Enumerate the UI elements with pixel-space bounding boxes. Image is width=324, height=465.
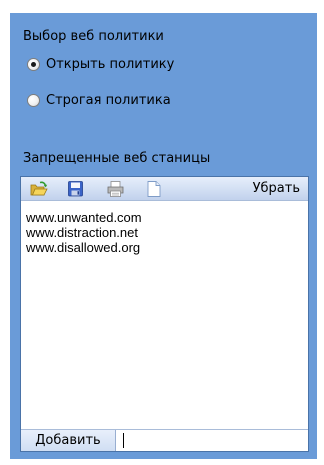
add-site-bar: Добавить [21,429,314,451]
radio-strict-policy[interactable]: Строгая политика [27,93,171,108]
radio-label-strict-policy: Строгая политика [46,93,171,108]
text-caret [123,433,124,448]
radio-button-unchecked[interactable] [27,94,40,107]
blocked-sites-toolbar: Убрать [21,177,308,201]
blocked-sites-box: Убрать www.unwanted.com www.distraction.… [20,176,314,452]
list-item[interactable]: www.distraction.net [26,225,142,240]
policy-group-title: Выбор веб политики [23,29,164,44]
list-item[interactable]: www.unwanted.com [26,210,142,225]
save-disk-icon[interactable] [66,180,86,198]
radio-open-policy[interactable]: Открыть политику [27,57,174,72]
blocked-sites-list[interactable]: www.unwanted.com www.distraction.net www… [26,210,142,255]
web-policy-panel: Выбор веб политики Открыть политику Стро… [10,13,317,459]
list-item[interactable]: www.disallowed.org [26,240,142,255]
remove-button[interactable]: Убрать [253,181,300,196]
print-icon[interactable] [106,180,126,198]
blocked-sites-title: Запрещенные веб станицы [23,151,211,166]
new-document-icon[interactable] [144,180,164,198]
site-url-input[interactable] [118,431,314,449]
radio-button-checked[interactable] [27,58,40,71]
radio-label-open-policy: Открыть политику [46,57,175,72]
add-button[interactable]: Добавить [21,430,116,451]
open-folder-icon[interactable] [29,180,49,198]
